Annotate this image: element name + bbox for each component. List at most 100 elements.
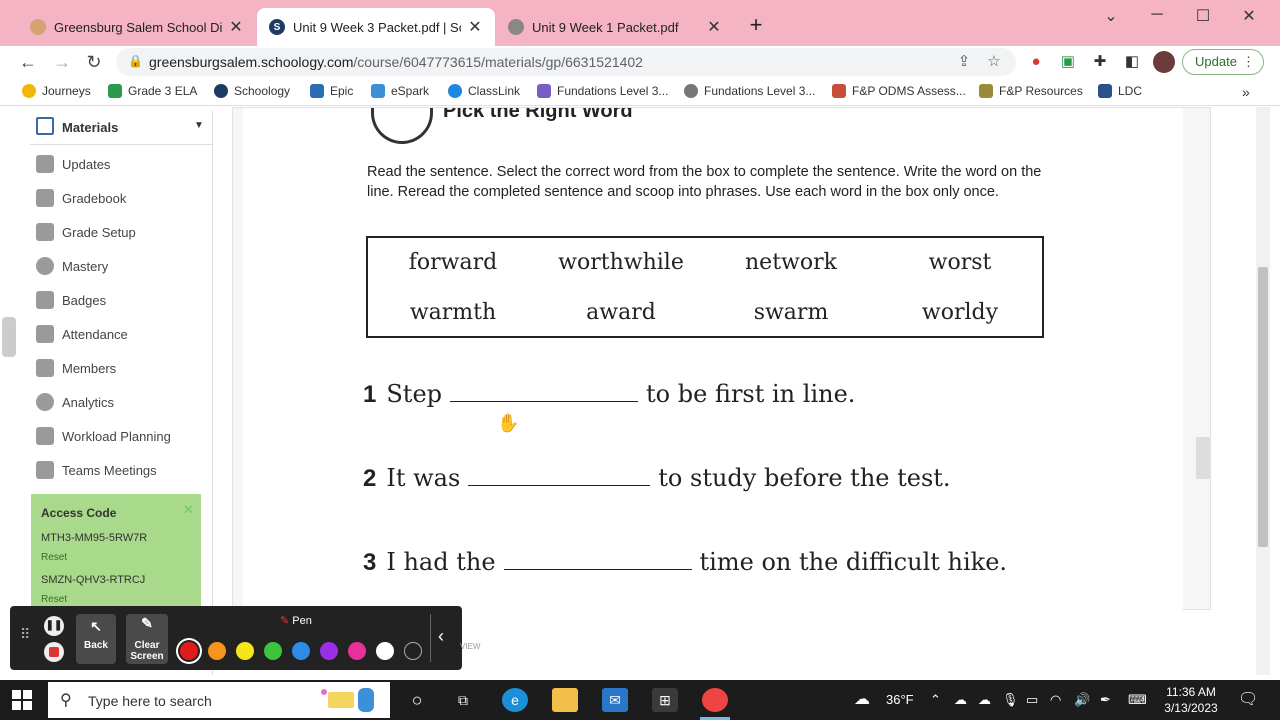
wifi-icon[interactable]: ◠ [1050,692,1061,708]
worksheet-instructions: Read the sentence. Select the correct wo… [367,164,1042,200]
store-icon[interactable]: ⊞ [652,688,678,712]
color-black-swatch[interactable] [404,642,422,660]
file-explorer-icon[interactable] [552,688,578,712]
menu-dots-icon[interactable]: ⋮ [1242,50,1255,74]
battery-icon[interactable]: ▭ [1026,692,1038,708]
journeys-icon [22,84,36,98]
task-view-circle-icon[interactable]: ○ [404,688,430,712]
close-tab-icon[interactable]: ✕ [228,17,244,37]
notifications-icon[interactable]: 🗨 [1238,689,1258,709]
color-yellow-swatch[interactable] [236,642,254,660]
bookmark-espark[interactable]: eSpark [371,84,429,98]
sidebar-item-updates[interactable]: Updates [30,149,212,179]
sidebar-item-attendance[interactable]: Attendance [30,319,212,349]
bookmark-star-icon[interactable]: ☆ [984,52,1004,70]
access-code-value: MTH3-MM95-5RW7R [41,532,148,544]
tab-unit9-week1[interactable]: Unit 9 Week 1 Packet.pdf ✕ [496,8,734,46]
schoology-favicon-icon: S [269,19,285,35]
chrome-icon[interactable] [702,688,728,712]
bookmark-schoology[interactable]: Schoology [214,84,290,98]
bookmark-fp-odms[interactable]: F&P ODMS Assess... [832,84,966,98]
keyboard-icon[interactable]: ⌨ [1128,692,1147,708]
toolbar-separator [430,614,431,662]
mail-icon[interactable]: ✉ [602,688,628,712]
sidebar-item-badges[interactable]: Badges [30,285,212,315]
drag-handle[interactable] [2,317,16,357]
collapse-chevron-icon[interactable]: ‹ [438,626,444,647]
scrollbar-thumb[interactable] [1258,267,1268,547]
extension-green-icon[interactable]: ▣ [1056,50,1080,74]
bookmark-ldc[interactable]: LDC [1098,84,1142,98]
bookmark-journeys[interactable]: Journeys [22,84,91,98]
close-tab-icon[interactable]: ✕ [467,17,483,37]
close-icon[interactable]: ✕ [183,502,194,518]
sidebar-item-gradebook[interactable]: Gradebook [30,183,212,213]
update-button[interactable]: Update ⋮ [1182,49,1264,75]
close-tab-icon[interactable]: ✕ [706,17,722,37]
sidebar-materials[interactable]: Materials ▼ [30,111,212,145]
sidebar-item-mastery[interactable]: Mastery [30,251,212,281]
extensions-puzzle-icon[interactable]: ✚ [1088,50,1112,74]
tab-greensburg[interactable]: Greensburg Salem School Distric ✕ [18,8,256,46]
clock[interactable]: 11:36 AM 3/13/2023 [1158,684,1224,716]
color-blue-swatch[interactable] [292,642,310,660]
grip-icon[interactable]: ⠿ [20,626,30,643]
bookmarks-bar: Journeys Grade 3 ELA Schoology Epic eSpa… [0,80,1280,106]
sidebar-item-members[interactable]: Members [30,353,212,383]
sidebar-item-workload-planning[interactable]: Workload Planning [30,421,212,451]
sidebar-item-teams-meetings[interactable]: Teams Meetings [30,455,212,485]
close-window-button[interactable]: ✕ [1234,6,1264,26]
bookmark-epic[interactable]: Epic [310,84,353,98]
reset-link[interactable]: Reset [41,594,67,605]
bookmark-fundations-2[interactable]: Fundations Level 3... [684,84,815,98]
address-bar[interactable]: 🔒 greensburgsalem.schoology.com/course/6… [116,48,1016,76]
windows-start-icon[interactable] [12,690,32,710]
color-pink-swatch[interactable] [348,642,366,660]
taskbar-search[interactable]: ⚲ Type here to search [48,682,390,718]
back-arrow-icon[interactable]: ← [16,50,40,74]
viewer-scrollbar[interactable] [1196,437,1210,479]
color-orange-swatch[interactable] [208,642,226,660]
reload-icon[interactable]: ↻ [82,50,106,74]
bookmark-grade3-ela[interactable]: Grade 3 ELA [108,84,197,98]
more-bookmarks-icon[interactable]: » [1242,84,1250,100]
color-green-swatch[interactable] [264,642,282,660]
color-red-swatch[interactable] [180,642,198,660]
new-tab-button[interactable]: + [744,12,768,38]
bookmark-classlink[interactable]: ClassLink [448,84,520,98]
clear-screen-button[interactable]: ✎ Clear Screen [126,614,168,664]
share-icon[interactable]: ⇪ [954,52,974,70]
tab-unit9-week3[interactable]: S Unit 9 Week 3 Packet.pdf | Schoo ✕ [257,8,495,46]
weather-temp[interactable]: 36°F [886,692,914,707]
pdf-viewer[interactable]: Pick the Right Word Read the sentence. S… [232,107,1211,611]
bookmark-fp-resources[interactable]: F&P Resources [979,84,1083,98]
minimize-button[interactable]: ─ [1142,6,1172,24]
page-scrollbar[interactable] [1256,107,1270,675]
sidebar-item-analytics[interactable]: Analytics [30,387,212,417]
onedrive-cloud-icon[interactable]: ☁ [978,692,991,708]
extension-record-icon[interactable]: ● [1024,50,1048,74]
volume-icon[interactable]: 🔊 [1074,692,1090,708]
color-white-swatch[interactable] [376,642,394,660]
pen-tray-icon[interactable]: ✒ [1100,692,1111,708]
forward-arrow-icon[interactable]: → [50,50,74,74]
microphone-icon[interactable]: 🎙 [1002,692,1019,708]
sidebar-item-label: Workload Planning [62,429,171,444]
edge-browser-icon[interactable]: e [502,688,528,712]
reset-link[interactable]: Reset [41,552,67,563]
tab-search-chevron-icon[interactable]: ⌄ [1096,6,1126,26]
pause-icon[interactable]: ❚❚ [44,616,64,636]
sidebar-item-grade-setup[interactable]: Grade Setup [30,217,212,247]
color-purple-swatch[interactable] [320,642,338,660]
side-panel-icon[interactable]: ◧ [1120,50,1144,74]
task-view-icon[interactable]: ⧉ [450,688,476,712]
onedrive-cloud-icon[interactable]: ☁ [954,692,967,708]
back-button[interactable]: ↖ Back [76,614,116,664]
weather-cloud-icon[interactable]: ☁ [854,689,870,709]
stop-record-icon[interactable] [44,642,64,662]
caret-down-icon[interactable]: ▼ [194,120,204,131]
maximize-button[interactable]: ☐ [1188,6,1218,26]
profile-avatar[interactable] [1153,51,1175,73]
show-hidden-icons-icon[interactable]: ⌃ [930,692,941,708]
bookmark-fundations-1[interactable]: Fundations Level 3... [537,84,668,98]
